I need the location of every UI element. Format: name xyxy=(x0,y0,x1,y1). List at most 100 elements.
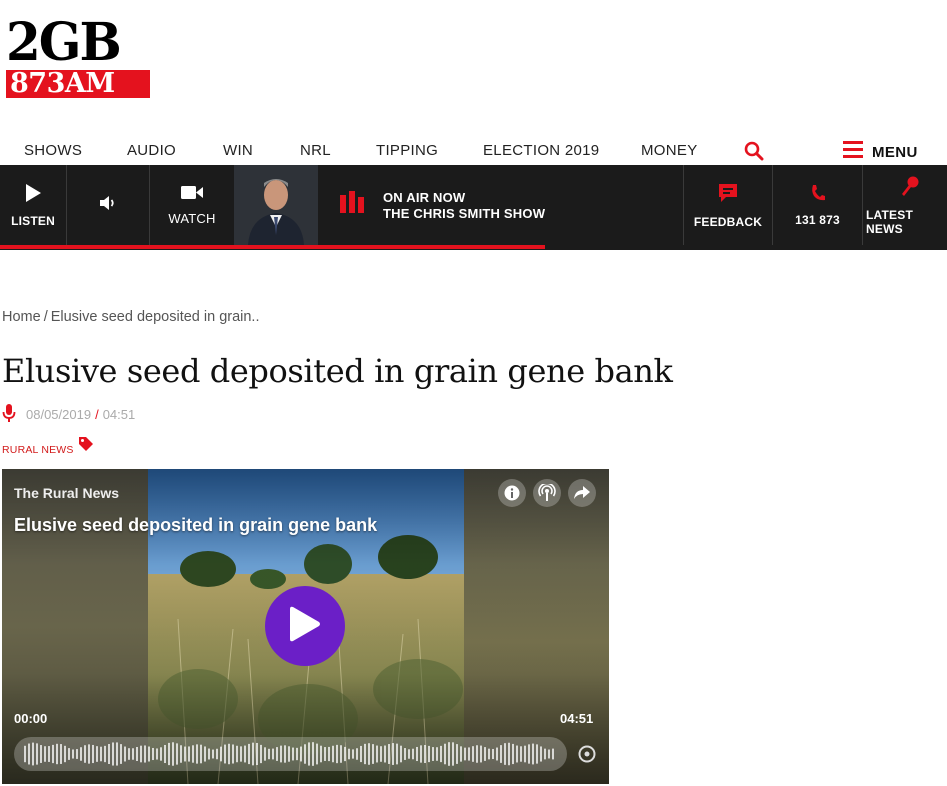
waveform-bar xyxy=(184,746,186,762)
waveform-bar xyxy=(512,743,514,765)
waveform-bar xyxy=(68,748,70,760)
waveform-bar xyxy=(436,747,438,761)
show-name[interactable]: The Rural News xyxy=(14,485,119,501)
waveform-bar xyxy=(236,745,238,763)
breadcrumb-home[interactable]: Home xyxy=(2,309,41,325)
play-button[interactable] xyxy=(265,586,345,666)
playback-speed-icon[interactable] xyxy=(578,745,596,763)
waveform-bar xyxy=(216,748,218,760)
tag-icon xyxy=(78,436,94,457)
on-air-now[interactable]: ON AIR NOW THE CHRIS SMITH SHOW xyxy=(383,190,545,222)
nav-tipping[interactable]: TIPPING xyxy=(376,142,438,159)
nav-money[interactable]: MONEY xyxy=(641,142,698,159)
audio-player: The Rural News Elusive seed deposited in… xyxy=(2,469,609,784)
waveform-bar xyxy=(404,748,406,760)
waveform-bar xyxy=(352,749,354,759)
host-photo xyxy=(234,165,318,245)
waveform-bar xyxy=(92,744,94,764)
waveform-bar xyxy=(500,745,502,763)
site-logo[interactable]: 2GB 873AM xyxy=(6,15,152,98)
feedback-button[interactable]: FEEDBACK xyxy=(684,165,772,245)
waveform-bar xyxy=(312,742,314,766)
waveform-bar xyxy=(272,748,274,760)
waveform-bar xyxy=(48,746,50,762)
phone-button[interactable]: 131 873 xyxy=(773,165,862,245)
waveform-bar xyxy=(540,746,542,762)
waveform-bar xyxy=(428,745,430,763)
waveform-bar xyxy=(284,745,286,763)
waveform-bar xyxy=(476,745,478,763)
info-icon[interactable] xyxy=(498,479,526,507)
waveform-bar xyxy=(224,744,226,764)
waveform-bar xyxy=(300,746,302,762)
waveform-bar xyxy=(200,744,202,764)
nav-nrl[interactable]: NRL xyxy=(300,142,331,159)
nav-election-2019[interactable]: ELECTION 2019 xyxy=(483,142,599,159)
search-icon[interactable] xyxy=(744,141,764,161)
waveform-bar xyxy=(148,746,150,762)
article-tag[interactable]: RURAL NEWS xyxy=(2,436,94,457)
nav-audio[interactable]: AUDIO xyxy=(127,142,176,159)
waveform-bar xyxy=(360,745,362,763)
waveform-bar xyxy=(256,742,258,766)
waveform-bar xyxy=(536,744,538,764)
waveform-bar xyxy=(316,743,318,765)
waveform-bar xyxy=(204,746,206,762)
waveform-bar xyxy=(376,745,378,763)
microphone-icon xyxy=(899,175,921,202)
breadcrumb-separator: / xyxy=(43,309,48,325)
nav-win[interactable]: WIN xyxy=(223,142,253,159)
waveform-bar xyxy=(260,744,262,764)
current-time: 00:00 xyxy=(14,711,48,726)
waveform-bar xyxy=(412,748,414,760)
on-air-label: ON AIR NOW xyxy=(383,190,466,205)
waveform-bar xyxy=(112,742,114,766)
nav-shows[interactable]: SHOWS xyxy=(24,142,82,159)
waveform-bar xyxy=(400,745,402,763)
waveform-bar xyxy=(108,744,110,764)
article-meta: 08/05/2019 / 04:51 xyxy=(2,404,135,425)
waveform-bar xyxy=(308,742,310,766)
waveform-bar xyxy=(132,748,134,760)
waveform-bar xyxy=(396,743,398,765)
waveform-bar xyxy=(152,747,154,761)
waveform-scrubber[interactable] xyxy=(14,737,567,771)
volume-icon xyxy=(99,195,117,216)
waveform-bar xyxy=(460,746,462,762)
waveform-bar xyxy=(64,745,66,763)
listen-button[interactable]: LISTEN xyxy=(0,165,66,245)
volume-button[interactable] xyxy=(67,165,149,245)
waveform-bar xyxy=(208,748,210,760)
waveform-bar xyxy=(548,749,550,759)
live-player-bar: LISTEN WATCH ON AIR NOW THE CHRIS SMITH … xyxy=(0,165,947,250)
waveform-bar xyxy=(408,749,410,759)
waveform-bar xyxy=(144,745,146,763)
watch-button[interactable]: WATCH xyxy=(150,165,234,245)
waveform-bar xyxy=(432,747,434,761)
waveform-bar xyxy=(104,745,106,763)
waveform-bar xyxy=(392,743,394,765)
waveform-bar xyxy=(488,748,490,760)
waveform-bar xyxy=(36,743,38,765)
waveform-bar xyxy=(124,746,126,762)
duration: 04:51 xyxy=(560,711,594,726)
waveform-bar xyxy=(348,748,350,760)
waveform-bar xyxy=(328,746,330,762)
menu-button[interactable]: MENU xyxy=(843,141,918,163)
feedback-label: FEEDBACK xyxy=(693,214,763,229)
tag-label: RURAL NEWS xyxy=(2,444,74,456)
waveform-bar xyxy=(468,747,470,761)
waveform-bar xyxy=(156,748,158,760)
latest-news-button[interactable]: LATEST NEWS xyxy=(863,165,947,245)
waveform-bar xyxy=(504,743,506,765)
waveform-bar xyxy=(508,742,510,766)
waveform-bar xyxy=(388,744,390,764)
article-date: 08/05/2019 xyxy=(26,407,92,422)
waveform-bar xyxy=(288,746,290,762)
waveform-bar xyxy=(100,746,102,762)
watch-label: WATCH xyxy=(168,210,216,226)
breadcrumb: Home / Elusive seed deposited in grain.. xyxy=(2,309,260,325)
share-icon[interactable] xyxy=(568,479,596,507)
podcast-icon[interactable] xyxy=(533,479,561,507)
main-navigation: SHOWS AUDIO WIN NRL TIPPING ELECTION 201… xyxy=(0,137,947,165)
